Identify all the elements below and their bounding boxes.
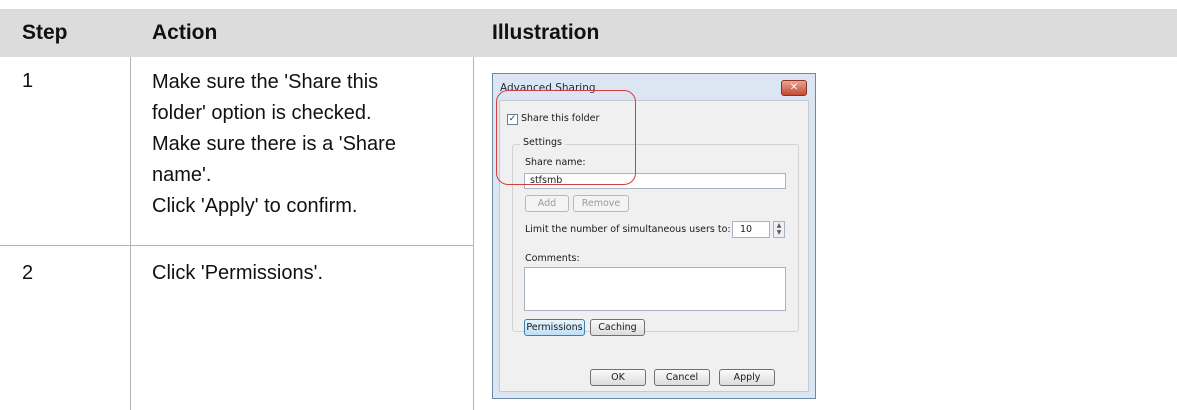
header-step: Step <box>22 21 68 44</box>
user-limit-label: Limit the number of simultaneous users t… <box>525 224 731 235</box>
spin-up-icon[interactable]: ▲ <box>774 222 784 229</box>
column-divider <box>130 57 131 410</box>
user-limit-value: 10 <box>740 224 753 235</box>
apply-button[interactable]: Apply <box>719 369 775 386</box>
comments-field[interactable] <box>524 267 786 311</box>
permissions-button[interactable]: Permissions <box>524 319 585 336</box>
cancel-button[interactable]: Cancel <box>654 369 710 386</box>
action-text: Make sure the 'Share this folder' option… <box>152 67 472 222</box>
caching-button[interactable]: Caching <box>590 319 645 336</box>
step-number: 2 <box>22 262 34 284</box>
table-header: Step Action Illustration <box>0 9 1177 57</box>
spin-down-icon[interactable]: ▼ <box>774 229 784 236</box>
header-illustration: Illustration <box>492 21 600 44</box>
remove-button[interactable]: Remove <box>573 195 629 212</box>
add-button[interactable]: Add <box>525 195 569 212</box>
action-line: Click 'Permissions'. <box>152 262 323 284</box>
action-line: Make sure the 'Share this <box>152 71 379 93</box>
header-action: Action <box>152 21 218 44</box>
action-text: Click 'Permissions'. <box>152 258 472 289</box>
action-line: name'. <box>152 164 212 186</box>
ok-button[interactable]: OK <box>590 369 646 386</box>
highlight-annotation <box>496 90 636 185</box>
user-limit-spinner[interactable]: ▲ ▼ <box>773 221 785 238</box>
action-line: Make sure there is a 'Share <box>152 133 396 155</box>
row-divider <box>0 245 473 246</box>
action-line: folder' option is checked. <box>152 102 372 124</box>
action-line: Click 'Apply' to confirm. <box>152 195 358 217</box>
column-divider <box>473 57 474 410</box>
step-number: 1 <box>22 70 34 92</box>
close-icon[interactable]: ✕ <box>781 80 807 96</box>
comments-label: Comments: <box>525 253 580 264</box>
user-limit-input[interactable]: 10 <box>732 221 770 238</box>
